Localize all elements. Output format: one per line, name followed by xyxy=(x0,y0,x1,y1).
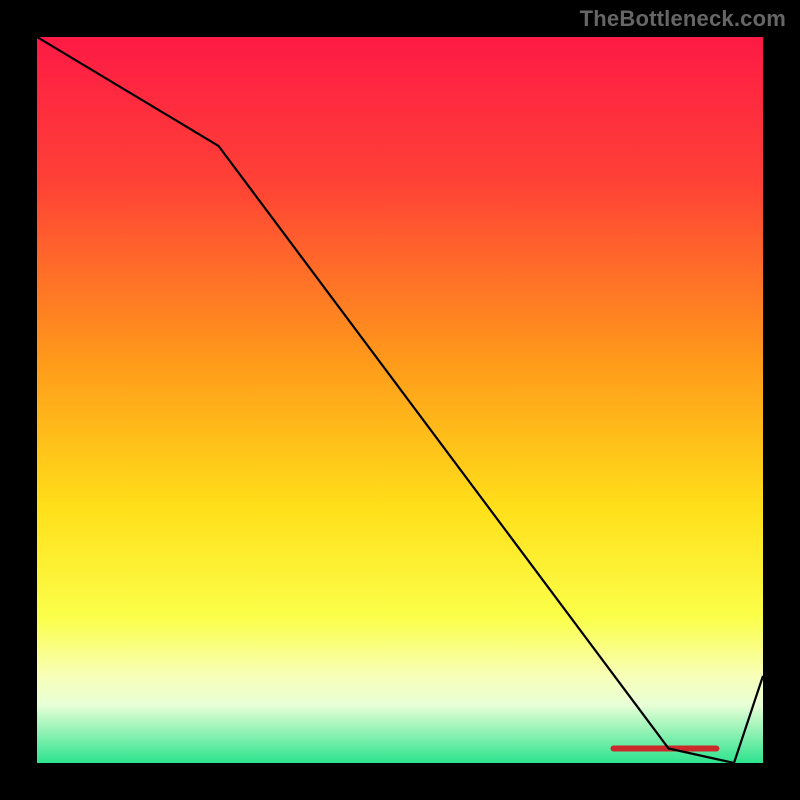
plot-area xyxy=(37,37,763,763)
watermark-text: TheBottleneck.com xyxy=(580,6,786,32)
plot-background xyxy=(37,37,763,763)
chart-svg xyxy=(37,37,763,763)
optimal-band xyxy=(611,746,720,752)
chart-frame: TheBottleneck.com xyxy=(0,0,800,800)
